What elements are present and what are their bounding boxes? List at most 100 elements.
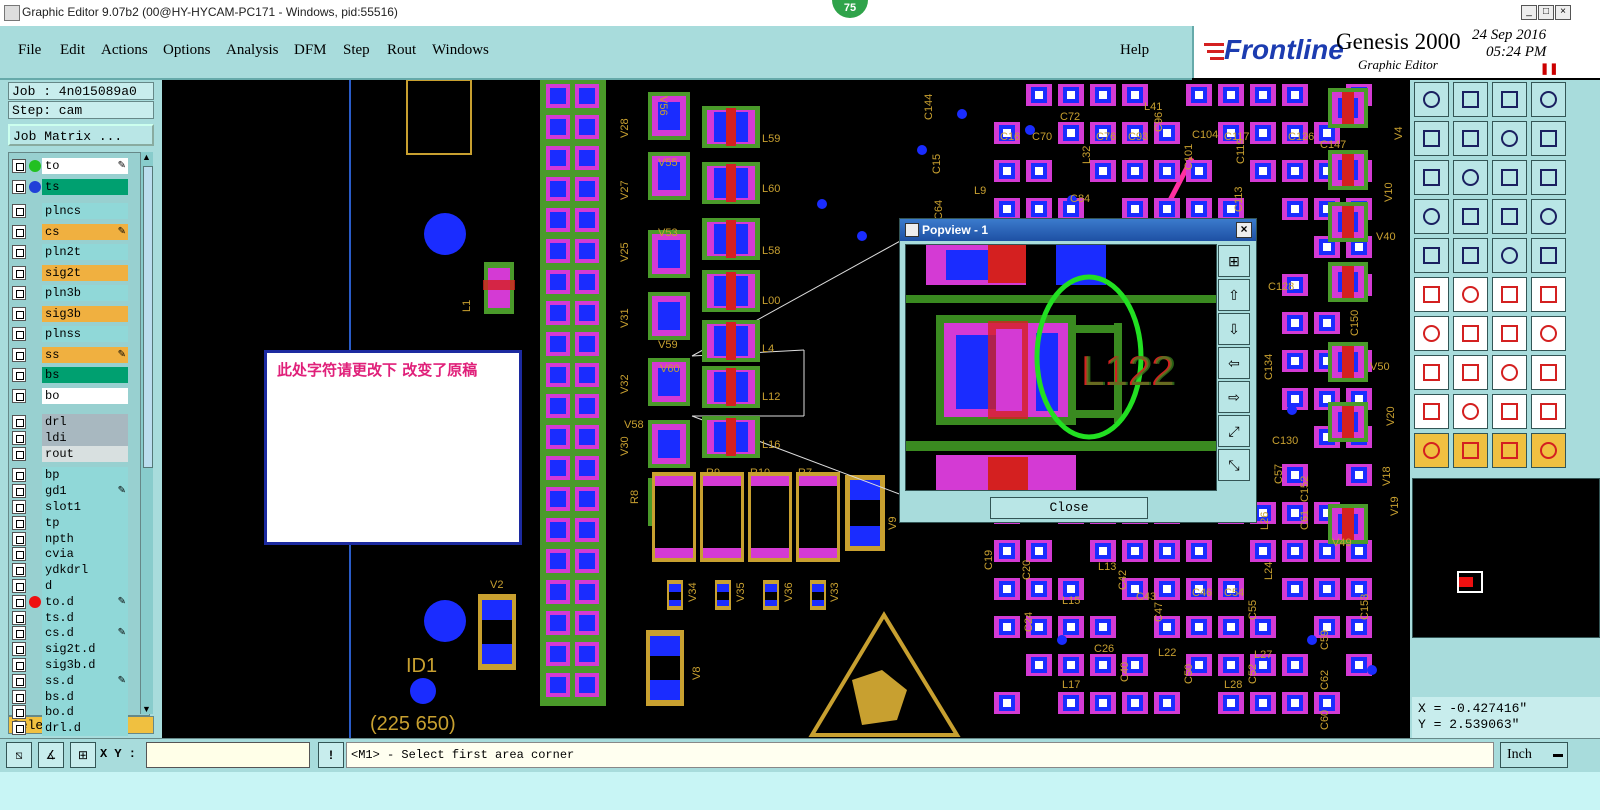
layer-checkbox[interactable] bbox=[12, 594, 26, 609]
tool-add-point-icon[interactable] bbox=[1492, 277, 1527, 312]
layer-name[interactable]: drl.d bbox=[42, 720, 128, 737]
pv-pan-right-icon[interactable]: ⇨ bbox=[1218, 381, 1250, 413]
layer-name[interactable]: cvia bbox=[42, 546, 128, 563]
layer-checkbox[interactable] bbox=[12, 415, 26, 429]
tool-tri-c-icon[interactable] bbox=[1492, 394, 1527, 429]
layer-name[interactable]: pln3b bbox=[42, 285, 128, 301]
layer-checkbox[interactable] bbox=[12, 327, 26, 341]
menu-dfm[interactable]: DFM bbox=[294, 42, 327, 59]
layer-name[interactable]: rout bbox=[42, 445, 128, 462]
layer-row-sig3b-d[interactable]: sig3b.d bbox=[12, 657, 130, 673]
menu-actions[interactable]: Actions bbox=[101, 42, 148, 59]
layer-checkbox[interactable] bbox=[12, 531, 26, 546]
measure-icon[interactable]: ∡ bbox=[38, 742, 64, 768]
layer-name[interactable]: ss.d bbox=[42, 672, 128, 689]
tool-delete-point-icon[interactable] bbox=[1531, 277, 1566, 312]
pause-icon[interactable]: ❚❚ bbox=[1540, 62, 1558, 75]
layer-checkbox[interactable] bbox=[12, 286, 26, 300]
layer-row-drl[interactable]: drl bbox=[12, 414, 130, 430]
layer-checkbox[interactable] bbox=[12, 388, 26, 403]
tool-pad-red-icon[interactable] bbox=[1414, 355, 1449, 390]
layer-name[interactable]: to bbox=[42, 158, 128, 174]
layer-name[interactable]: gd1 bbox=[42, 483, 128, 500]
tool-move-left-icon[interactable] bbox=[1414, 121, 1449, 156]
popview-zoom-area[interactable]: L122 L122 bbox=[905, 244, 1217, 491]
layer-row-pln2t[interactable]: pln2t bbox=[12, 244, 130, 260]
layer-name[interactable]: sig3b.d bbox=[42, 657, 128, 673]
layer-name[interactable]: ss bbox=[42, 346, 128, 363]
tool-home-icon[interactable] bbox=[1492, 82, 1527, 117]
layer-row-gd1[interactable]: gd1 ✎ bbox=[12, 483, 130, 500]
tool-skew-icon[interactable] bbox=[1531, 160, 1566, 195]
tool-layer-a-icon[interactable] bbox=[1492, 199, 1527, 234]
layer-row-cvia[interactable]: cvia bbox=[12, 546, 130, 563]
layer-name[interactable]: slot1 bbox=[42, 499, 128, 515]
layer-checkbox[interactable] bbox=[12, 610, 26, 625]
layer-name[interactable]: tp bbox=[42, 514, 128, 531]
layer-name[interactable]: plncs bbox=[42, 203, 128, 219]
layer-row-bo-d[interactable]: bo.d bbox=[12, 704, 130, 721]
tool-select-box-icon[interactable] bbox=[1453, 433, 1488, 468]
tool-resize-icon[interactable] bbox=[1531, 82, 1566, 117]
layer-row-cs-d[interactable]: cs.d ✎ bbox=[12, 625, 130, 642]
layer-row-slot1[interactable]: slot1 bbox=[12, 499, 130, 515]
layer-checkbox[interactable] bbox=[12, 642, 26, 657]
layer-checkbox[interactable] bbox=[12, 515, 26, 530]
popview-window[interactable]: Popview - 1 × L122 L122 ⊞ ⇧ ⇩ ⇦ ⇨ ⤢ ⤡ Cl… bbox=[899, 218, 1257, 523]
pv-zoom-out-icon[interactable]: ⤡ bbox=[1218, 449, 1250, 481]
menu-windows[interactable]: Windows bbox=[432, 42, 489, 59]
layer-checkbox[interactable] bbox=[12, 721, 26, 736]
menu-help[interactable]: Help bbox=[1120, 42, 1149, 59]
popview-close-button[interactable]: Close bbox=[990, 497, 1148, 519]
layer-row-ss[interactable]: ss ✎ bbox=[12, 346, 130, 363]
menu-rout[interactable]: Rout bbox=[387, 42, 416, 59]
layer-checkbox[interactable] bbox=[12, 204, 26, 218]
layer-name[interactable]: sig2t bbox=[42, 264, 128, 281]
layer-row-bs-d[interactable]: bs.d bbox=[12, 688, 130, 705]
menu-edit[interactable]: Edit bbox=[60, 42, 85, 59]
pv-pan-up-icon[interactable]: ⇧ bbox=[1218, 279, 1250, 311]
minimize-icon[interactable]: _ bbox=[1521, 5, 1537, 20]
layer-checkbox[interactable] bbox=[12, 468, 26, 483]
menu-analysis[interactable]: Analysis bbox=[226, 42, 279, 59]
pv-zoom-in-icon[interactable]: ⤢ bbox=[1218, 415, 1250, 447]
layer-row-ts[interactable]: ts bbox=[12, 178, 130, 195]
layer-checkbox[interactable] bbox=[12, 484, 26, 499]
units-select[interactable]: Inch ▬ bbox=[1500, 742, 1568, 768]
close-icon[interactable]: × bbox=[1236, 222, 1252, 238]
menu-file[interactable]: File bbox=[18, 42, 41, 59]
overview-map[interactable] bbox=[1412, 478, 1600, 638]
tool-circle-icon[interactable] bbox=[1531, 238, 1566, 273]
layer-name[interactable]: bo bbox=[42, 387, 128, 404]
layer-row-plncs[interactable]: plncs bbox=[12, 203, 130, 219]
close-icon[interactable]: × bbox=[1555, 5, 1571, 20]
layer-row-ss-d[interactable]: ss.d ✎ bbox=[12, 672, 130, 689]
layer-checkbox[interactable] bbox=[12, 563, 26, 578]
tool-move-up-icon[interactable] bbox=[1414, 82, 1449, 117]
layer-row-ydkdrl[interactable]: ydkdrl bbox=[12, 562, 130, 579]
pv-pan-left-icon[interactable]: ⇦ bbox=[1218, 347, 1250, 379]
layer-checkbox[interactable] bbox=[12, 500, 26, 514]
layer-checkbox[interactable] bbox=[12, 245, 26, 259]
tool-resize-box-icon[interactable] bbox=[1414, 160, 1449, 195]
tool-tri-b-icon[interactable] bbox=[1453, 394, 1488, 429]
layer-name[interactable]: drl bbox=[42, 414, 128, 430]
tool-line-icon[interactable] bbox=[1414, 316, 1449, 351]
layer-row-npth[interactable]: npth bbox=[12, 530, 130, 547]
layer-checkbox[interactable] bbox=[12, 368, 26, 382]
layer-name[interactable]: to.d bbox=[42, 593, 128, 610]
layer-row-ts-d[interactable]: ts.d bbox=[12, 609, 130, 626]
layer-row-to-d[interactable]: to.d ✎ bbox=[12, 593, 130, 610]
layer-row-sig2t[interactable]: sig2t bbox=[12, 264, 130, 281]
warning-icon[interactable]: ! bbox=[318, 742, 344, 768]
layer-row-bo[interactable]: bo bbox=[12, 387, 130, 404]
pv-zoom-fit-icon[interactable]: ⊞ bbox=[1218, 245, 1250, 277]
tool-mirror-icon[interactable] bbox=[1531, 316, 1566, 351]
layer-checkbox[interactable] bbox=[12, 673, 26, 688]
tool-move-down-icon[interactable] bbox=[1453, 82, 1488, 117]
tool-resize-h-icon[interactable] bbox=[1453, 160, 1488, 195]
layer-name[interactable]: sig3b bbox=[42, 305, 128, 322]
tool-line-red-icon[interactable] bbox=[1453, 355, 1488, 390]
layer-row-sig2t-d[interactable]: sig2t.d bbox=[12, 641, 130, 658]
layer-checkbox[interactable] bbox=[12, 179, 26, 194]
